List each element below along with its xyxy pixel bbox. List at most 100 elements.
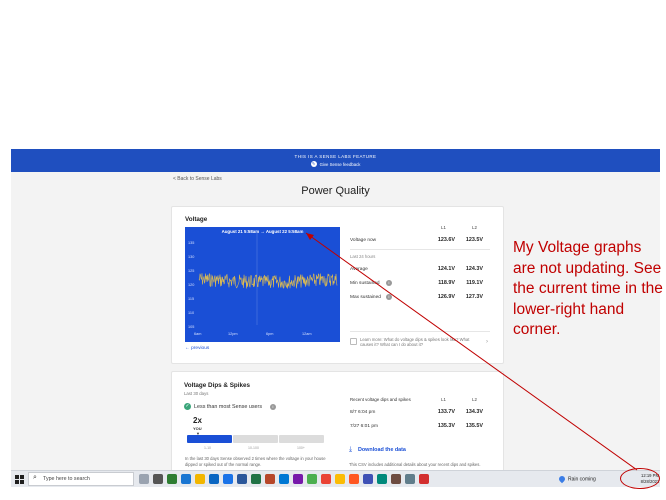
app-icon[interactable]: [349, 474, 359, 484]
excel-icon[interactable]: [251, 474, 261, 484]
dip-l2: 134.3V: [465, 409, 483, 415]
app-icon[interactable]: [405, 474, 415, 484]
dips-spikes-card: Voltage Dips & Spikes Last 30 days ✓ Les…: [171, 371, 504, 471]
app-icon[interactable]: [307, 474, 317, 484]
previous-link[interactable]: ← previous: [185, 346, 209, 351]
scale-label: 1-10: [204, 446, 212, 450]
onenote-icon[interactable]: [293, 474, 303, 484]
book-icon: [350, 338, 357, 345]
info-icon[interactable]: i: [386, 294, 392, 300]
divider: [350, 249, 490, 250]
outlook-icon[interactable]: [279, 474, 289, 484]
average-l1: 124.1V: [437, 266, 455, 272]
rain-icon: [557, 474, 567, 484]
comparison-text: Less than most Sense users: [194, 404, 263, 410]
windows-taskbar: ⌕ Type here to search Rain coming 12:19 …: [11, 470, 660, 487]
check-icon: ✓: [184, 403, 191, 410]
y-tick: 125: [188, 269, 195, 273]
voltage-now-label: Voltage now: [350, 238, 377, 243]
info-icon[interactable]: i: [386, 280, 392, 286]
average-label: Average: [350, 267, 368, 272]
chart-range-label: August 21 5:58am → August 22 5:58am: [221, 229, 304, 234]
y-tick: 110: [188, 311, 195, 315]
search-placeholder: Type here to search: [43, 476, 90, 482]
dip-l2: 135.5V: [465, 423, 483, 429]
start-button[interactable]: [15, 475, 24, 484]
word-icon[interactable]: [237, 474, 247, 484]
edge-icon[interactable]: [181, 474, 191, 484]
dip-time: 8/7 6:04 pm: [350, 410, 376, 415]
search-icon: ⌕: [33, 474, 37, 481]
min-l1: 118.9V: [438, 280, 455, 286]
col-l2: L2: [472, 225, 477, 230]
y-tick: 120: [188, 283, 195, 287]
app-icon[interactable]: [363, 474, 373, 484]
info-icon[interactable]: i: [270, 404, 276, 410]
screenshot-stage: THIS IS A SENSE LABS FEATURE ✎ Give Sens…: [0, 0, 666, 500]
app-icon[interactable]: [419, 474, 429, 484]
scale-label: 10-100: [248, 446, 259, 450]
app-icon[interactable]: [391, 474, 401, 484]
app-icon[interactable]: [223, 474, 233, 484]
page-title: Power Quality: [301, 185, 370, 197]
max-l2: 127.3V: [465, 294, 483, 300]
weather-widget[interactable]: Rain coming: [557, 474, 596, 484]
csv-note: This CSV includes additional details abo…: [349, 462, 481, 467]
scale-bar-high: [279, 435, 324, 443]
x-tick: 6am: [194, 332, 202, 336]
y-tick: 105: [188, 325, 195, 329]
voltage-heading: Voltage: [185, 216, 208, 223]
min-l2: 119.1V: [466, 280, 483, 286]
chevron-right-icon[interactable]: ›: [486, 339, 488, 345]
chrome-icon[interactable]: [321, 474, 331, 484]
voltage-now-l2: 123.5V: [465, 237, 483, 243]
voltage-now-l1: 123.6V: [437, 237, 455, 243]
last24-label: Last 24 hours: [350, 254, 376, 259]
recent-label: Recent voltage dips and spikes: [350, 397, 411, 402]
average-l2: 124.3V: [465, 266, 483, 272]
annotation-text: My Voltage graphs are not updating. See …: [513, 239, 663, 338]
feedback-link[interactable]: ✎ Give Sense feedback: [310, 161, 361, 167]
app-icon[interactable]: [335, 474, 345, 484]
voltage-chart[interactable]: August 21 5:58am → August 22 5:58am 135 …: [185, 227, 340, 342]
file-explorer-icon[interactable]: [195, 474, 205, 484]
back-link[interactable]: < Back to Sense Labs: [173, 176, 222, 182]
scale-label: 100+: [297, 446, 305, 450]
task-view-icon[interactable]: [153, 474, 163, 484]
dip-count: 2x: [193, 416, 202, 425]
download-data-link[interactable]: Download the data: [358, 447, 406, 453]
y-tick: 115: [188, 297, 195, 301]
scale-bar-mid: [233, 435, 278, 443]
store-icon[interactable]: [209, 474, 219, 484]
dip-time: 7/27 6:01 pm: [350, 424, 379, 429]
max-sustained-label: Max sustained: [350, 295, 381, 300]
scale-bar-low: [187, 435, 232, 443]
dips-period: Last 30 days: [184, 391, 209, 396]
pinned-apps: [139, 474, 429, 485]
dips-heading: Voltage Dips & Spikes: [184, 382, 251, 389]
voltage-trace: [198, 273, 338, 289]
dip-l1: 133.7V: [437, 409, 455, 415]
col-l2: L2: [472, 397, 477, 402]
voltage-card: Voltage August 21 5:58am → August 22 5:5…: [171, 206, 504, 364]
dip-l1: 135.3V: [437, 423, 455, 429]
col-l1: L1: [441, 397, 446, 402]
taskbar-search[interactable]: ⌕ Type here to search: [28, 472, 134, 486]
labs-banner: THIS IS A SENSE LABS FEATURE ✎ Give Sens…: [11, 149, 660, 172]
labs-banner-label: THIS IS A SENSE LABS FEATURE: [294, 154, 377, 159]
feedback-icon: ✎: [310, 161, 317, 167]
dips-description: In the last 30 days Sense observed 2 tim…: [185, 456, 326, 467]
x-tick: 6pm: [266, 332, 274, 336]
max-l1: 126.9V: [437, 294, 455, 300]
y-tick: 135: [188, 241, 195, 245]
annotation-circle: [620, 468, 660, 489]
learn-more-link[interactable]: Learn more: What do voltage dips & spike…: [360, 337, 480, 348]
x-tick: 12pm: [228, 332, 238, 336]
app-icon[interactable]: [167, 474, 177, 484]
feedback-label: Give Sense feedback: [319, 161, 361, 167]
x-tick: 12am: [302, 332, 312, 336]
app-icon[interactable]: [377, 474, 387, 484]
widgets-icon[interactable]: [139, 474, 149, 484]
col-l1: L1: [441, 225, 446, 230]
powerpoint-icon[interactable]: [265, 474, 275, 484]
